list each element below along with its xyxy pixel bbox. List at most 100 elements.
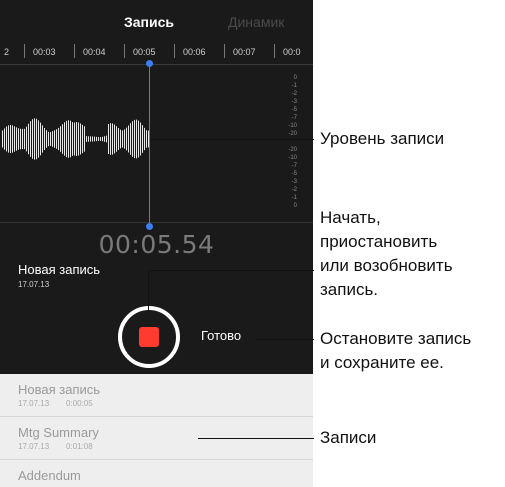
waveform-bar <box>6 126 7 152</box>
list-item[interactable]: Addendum <box>0 460 313 487</box>
record-stop-button[interactable] <box>118 306 180 368</box>
waveform-bar <box>88 136 89 142</box>
playhead-handle-top[interactable] <box>146 60 153 67</box>
waveform-bar <box>64 122 65 156</box>
playhead-line[interactable] <box>149 64 150 226</box>
waveform-bar <box>56 129 57 149</box>
timeline-tick-line <box>24 44 25 58</box>
level-scale-label: 0 <box>293 75 297 81</box>
playhead-handle-bottom[interactable] <box>146 223 153 230</box>
level-scale-label: -3 <box>291 99 297 105</box>
waveform-bar <box>50 132 51 146</box>
voice-memos-screen: Запись Динамик 2 00:03 00:04 00:05 00:06… <box>0 0 313 487</box>
level-scale-label: -5 <box>291 107 297 113</box>
waveform-bar <box>124 129 125 149</box>
timeline-tick: 00:05 <box>133 47 156 57</box>
waveform-bar <box>26 126 27 152</box>
waveform-bar <box>14 126 15 152</box>
level-scale-label: -10 <box>288 123 297 129</box>
recordings-list[interactable]: Новая запись 17.07.13 0:00:05 Mtg Summar… <box>0 374 313 487</box>
waveform-bar <box>86 136 87 142</box>
waveform-bar <box>28 123 29 155</box>
waveform-bar <box>4 128 5 150</box>
waveform-bar <box>96 136 97 142</box>
waveform-bar <box>98 137 99 141</box>
recording-title: Addendum <box>18 468 81 483</box>
waveform-bar <box>58 127 59 151</box>
current-recording-date: 17.07.13 <box>18 280 50 289</box>
waveform-bar <box>24 128 25 150</box>
waveform-bar <box>54 130 55 148</box>
waveform-baseline <box>0 222 313 223</box>
timeline-ruler[interactable]: 2 00:03 00:04 00:05 00:06 00:07 00:0 <box>0 44 313 65</box>
level-scale-label: -5 <box>291 171 297 177</box>
tab-record[interactable]: Запись <box>124 14 174 30</box>
callout-level: Уровень записи <box>320 129 445 148</box>
waveform-bar <box>68 120 69 158</box>
waveform-bar <box>90 136 91 142</box>
waveform-bar <box>78 122 79 156</box>
waveform-bar <box>116 126 117 152</box>
waveform-bar <box>114 124 115 154</box>
waveform-bar <box>34 118 35 160</box>
waveform-bar <box>136 119 137 159</box>
waveform-bar <box>122 130 123 148</box>
timeline-tick: 2 <box>4 47 10 57</box>
waveform-bar <box>10 124 11 154</box>
callout-leader-recordings <box>198 438 314 439</box>
waveform-bar <box>112 123 113 155</box>
waveform-bar <box>40 122 41 156</box>
waveform-bar <box>60 126 61 152</box>
timeline-tick-line <box>274 44 275 58</box>
waveform-bar <box>18 128 19 150</box>
waveform-bar <box>94 136 95 142</box>
waveform-bar <box>138 120 139 158</box>
waveform-bar <box>72 122 73 156</box>
callout-start-line: запись. <box>320 280 379 299</box>
timeline-tick-line <box>124 44 125 58</box>
waveform-bar <box>118 128 119 150</box>
waveform-bar <box>74 122 75 156</box>
waveform-bar <box>104 136 105 142</box>
waveform-bar <box>146 130 147 148</box>
waveform-bar <box>142 125 143 153</box>
waveform-bar <box>44 127 45 151</box>
waveform-bar <box>140 122 141 156</box>
callout-start-line: приостановить <box>320 232 438 251</box>
list-item[interactable]: Новая запись 17.07.13 0:00:05 <box>0 374 313 417</box>
waveform-bar <box>110 123 111 155</box>
callout-leader-start <box>148 270 314 271</box>
waveform-bar <box>134 119 135 159</box>
current-recording-title: Новая запись <box>18 262 101 277</box>
timeline-tick-line <box>174 44 175 58</box>
waveform-bar <box>92 136 93 142</box>
waveform-bar <box>12 125 13 153</box>
waveform-bar <box>48 131 49 147</box>
recording-duration: 0:00:05 <box>66 399 93 408</box>
waveform-bar <box>30 121 31 157</box>
callout-leader-stop <box>256 339 314 340</box>
stop-icon <box>139 327 159 347</box>
tab-bar: Запись Динамик <box>0 0 313 40</box>
waveform-bar <box>8 125 9 153</box>
level-scale-label: -10 <box>288 155 297 161</box>
waveform-bar <box>52 131 53 147</box>
waveform-bar <box>70 120 71 158</box>
waveform-bar <box>2 130 3 148</box>
done-button[interactable]: Готово <box>201 328 241 343</box>
level-scale-label: -1 <box>291 83 297 89</box>
waveform-bar <box>80 123 81 155</box>
waveform-bar <box>42 125 43 153</box>
waveform-bar <box>76 122 77 156</box>
timeline-tick: 00:0 <box>283 47 301 57</box>
callout-recordings: Записи <box>320 428 377 447</box>
timeline-tick: 00:03 <box>33 47 56 57</box>
callout-stop-line: Остановите запись <box>320 329 472 348</box>
level-scale-label: -7 <box>291 163 297 169</box>
timeline-tick: 00:07 <box>233 47 256 57</box>
tab-speaker[interactable]: Динамик <box>228 14 284 30</box>
waveform-bar <box>66 120 67 158</box>
timeline-tick: 00:06 <box>183 47 206 57</box>
waveform-bar <box>106 135 107 143</box>
waveform-bar <box>38 120 39 158</box>
